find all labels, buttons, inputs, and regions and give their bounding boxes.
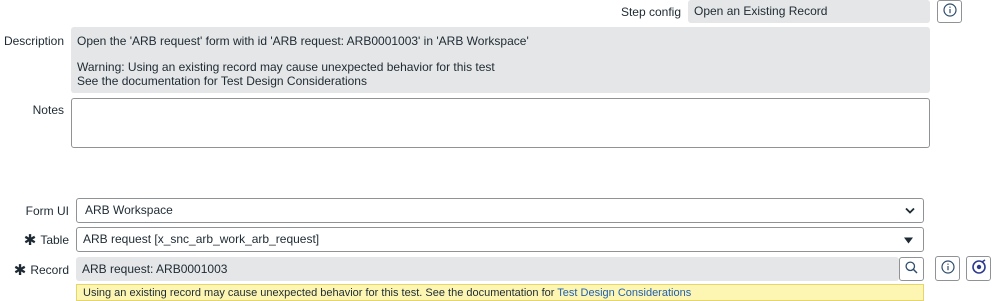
table-label: Table [40, 233, 69, 247]
required-asterisk-icon: ✱ [23, 231, 37, 249]
record-preview-button[interactable] [966, 256, 991, 281]
step-config-label: Step config [620, 5, 681, 19]
record-label: Record [30, 263, 69, 277]
step-config-info-button[interactable] [937, 0, 962, 23]
description-spacer [77, 48, 924, 60]
notes-textarea[interactable] [71, 98, 930, 148]
record-warning-banner: Using an existing record may cause unexp… [76, 284, 924, 301]
record-label-group: ✱ Record [0, 262, 69, 278]
record-field[interactable]: ARB request: ARB0001003 [76, 257, 899, 281]
description-label: Description [3, 34, 64, 48]
form-ui-label: Form UI [25, 204, 69, 218]
test-design-considerations-link[interactable]: Test Design Considerations [557, 287, 691, 299]
table-value: ARB request [x_snc_arb_work_arb_request] [83, 232, 320, 246]
required-asterisk-icon: ✱ [13, 261, 27, 279]
record-info-button[interactable] [935, 256, 960, 281]
table-label-group: ✱ Table [0, 232, 69, 248]
notes-label: Notes [32, 103, 64, 117]
form-ui-select[interactable]: ARB Workspace [76, 198, 924, 223]
step-config-field: Open an Existing Record [688, 0, 930, 23]
chevron-down-icon [905, 199, 915, 222]
preview-record-icon [971, 259, 987, 278]
description-line-3: See the documentation for Test Design Co… [77, 74, 367, 88]
record-warning-text: Using an existing record may cause unexp… [83, 287, 558, 299]
table-select[interactable]: ARB request [x_snc_arb_work_arb_request] [76, 227, 924, 252]
search-icon [905, 261, 918, 277]
description-line-1: Open the 'ARB request' form with id 'ARB… [77, 34, 529, 48]
record-lookup-button[interactable] [899, 257, 924, 281]
form-ui-value: ARB Workspace [85, 203, 173, 217]
caret-down-icon [904, 228, 913, 251]
description-line-2: Warning: Using an existing record may ca… [77, 60, 495, 74]
info-icon [942, 3, 957, 20]
description-field: Open the 'ARB request' form with id 'ARB… [71, 27, 930, 93]
info-icon [940, 260, 955, 277]
